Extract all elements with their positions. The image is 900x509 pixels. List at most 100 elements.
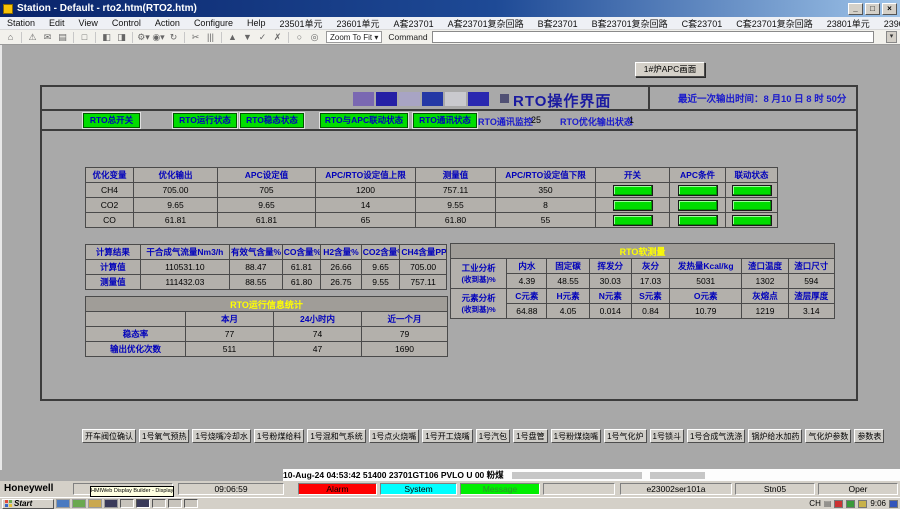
print-icon[interactable]: ▤ bbox=[56, 32, 69, 43]
minimize-button[interactable]: _ bbox=[848, 3, 863, 15]
quicklaunch-display-icon[interactable] bbox=[56, 499, 70, 508]
display-icon[interactable]: □ bbox=[78, 32, 91, 42]
switch-indicator[interactable] bbox=[613, 215, 653, 226]
command-dropdown-icon[interactable]: ▾ bbox=[886, 31, 897, 43]
nav-syngas-scrub-button[interactable]: 1号合成气洗涤 bbox=[687, 429, 745, 443]
start-button[interactable]: Start bbox=[2, 499, 54, 509]
menu-c-23701-complex[interactable]: C套23701复杂回路 bbox=[729, 17, 820, 30]
quicklaunch-media-icon[interactable] bbox=[72, 499, 86, 508]
menu-control[interactable]: Control bbox=[105, 18, 148, 28]
maximize-button[interactable]: □ bbox=[865, 3, 880, 15]
menu-unit-23801[interactable]: 23801单元 bbox=[820, 17, 877, 30]
nav-steam-drum-button[interactable]: 1号汽包 bbox=[476, 429, 510, 443]
trend-dropdown-icon[interactable]: ◉▾ bbox=[152, 32, 165, 43]
rto-apc-link-status-button[interactable]: RTO与APC联动状态 bbox=[320, 113, 408, 128]
switch-indicator[interactable] bbox=[613, 200, 653, 211]
refresh-icon[interactable]: ↻ bbox=[167, 32, 180, 43]
menu-unit-23501[interactable]: 23501单元 bbox=[272, 17, 329, 30]
rto-steady-status-button[interactable]: RTO稳态状态 bbox=[240, 113, 304, 128]
nav-coil-button[interactable]: 1号盘管 bbox=[513, 429, 547, 443]
nav-bfw-dosing-button[interactable]: 锅炉给水加药 bbox=[748, 429, 802, 443]
message-summary-icon[interactable]: ✉ bbox=[41, 32, 54, 43]
col-header: 渣层厚度 bbox=[788, 289, 834, 304]
col-header: C元素 bbox=[507, 289, 547, 304]
cut-icon[interactable]: ✂ bbox=[189, 32, 202, 43]
menu-b-23701[interactable]: B套23701 bbox=[531, 17, 585, 30]
lower-icon[interactable]: ▼ bbox=[241, 32, 254, 42]
columns-icon[interactable]: ||| bbox=[204, 32, 217, 42]
var-name: CO2 bbox=[86, 198, 134, 213]
gear-dropdown-icon[interactable]: ⚙▾ bbox=[137, 32, 150, 43]
zoom-select[interactable]: Zoom To Fit ▾ bbox=[326, 31, 382, 43]
message-zone-button[interactable]: Message bbox=[460, 483, 540, 495]
table-title: RTO软测量 bbox=[451, 244, 835, 259]
last-output-value: 8 月10 日 8 时 50分 bbox=[764, 91, 847, 105]
associated-display-icon[interactable]: ◨ bbox=[115, 32, 128, 43]
cell: 10.79 bbox=[670, 304, 742, 319]
rto-run-status-button[interactable]: RTO运行状态 bbox=[173, 113, 237, 128]
tray-alert-icon[interactable] bbox=[834, 500, 843, 508]
rto-comm-status-button[interactable]: RTO通讯状态 bbox=[413, 113, 477, 128]
col-header: 挥发分 bbox=[589, 259, 631, 274]
taskbar-display-builder-button[interactable] bbox=[136, 499, 150, 508]
nav-oxygen-preheat-button[interactable]: 1号氧气预热 bbox=[139, 429, 189, 443]
cell: 757.11 bbox=[400, 275, 447, 290]
menu-b-23701-complex[interactable]: B套23701复杂回路 bbox=[585, 17, 675, 30]
server-name: e23002ser101a bbox=[620, 483, 732, 495]
menu-view[interactable]: View bbox=[72, 18, 105, 28]
quicklaunch-folder-icon[interactable] bbox=[88, 499, 102, 508]
close-button[interactable]: × bbox=[882, 3, 897, 15]
menu-action[interactable]: Action bbox=[148, 18, 187, 28]
printer-icon[interactable]: ▤ bbox=[824, 499, 832, 508]
nav-param-table-button[interactable]: 参数表 bbox=[854, 429, 884, 443]
nav-mixed-gas-button[interactable]: 1号混和气系统 bbox=[307, 429, 365, 443]
menu-unit-23901[interactable]: 23901单元 bbox=[877, 17, 900, 30]
taskbar-app-button[interactable] bbox=[168, 499, 182, 508]
home-icon[interactable]: ⌂ bbox=[4, 32, 17, 42]
menu-unit-23601[interactable]: 23601单元 bbox=[330, 17, 387, 30]
quicklaunch-app-icon[interactable] bbox=[104, 499, 118, 508]
alarm-banner[interactable]: 10-Aug-24 04:53:42 51400 23701GT106 PVLO… bbox=[283, 469, 900, 481]
clock-icon[interactable]: ○ bbox=[293, 32, 306, 42]
menu-a-23701[interactable]: A套23701 bbox=[387, 17, 441, 30]
input-language-indicator[interactable]: CH bbox=[809, 499, 821, 508]
taskbar-app-button[interactable] bbox=[184, 499, 198, 508]
nav-coal-feed-button[interactable]: 1号粉煤给料 bbox=[254, 429, 304, 443]
nav-lock-hopper-button[interactable]: 1号锁斗 bbox=[650, 429, 684, 443]
find-icon[interactable]: ◎ bbox=[308, 32, 321, 43]
menu-help[interactable]: Help bbox=[240, 18, 273, 28]
col-header: CH4含量PPM bbox=[400, 245, 447, 260]
cell: 48.55 bbox=[547, 274, 589, 289]
nav-ignition-burner-button[interactable]: 1号点火烧嘴 bbox=[369, 429, 419, 443]
menu-a-23701-complex[interactable]: A套23701复杂回路 bbox=[441, 17, 531, 30]
menu-configure[interactable]: Configure bbox=[187, 18, 240, 28]
switch-indicator[interactable] bbox=[613, 185, 653, 196]
menu-c-23701[interactable]: C套23701 bbox=[675, 17, 730, 30]
command-input[interactable] bbox=[432, 31, 874, 43]
taskbar-app-button[interactable] bbox=[120, 499, 134, 508]
system-zone-button[interactable]: System bbox=[380, 483, 457, 495]
taskbar-app-button[interactable] bbox=[152, 499, 166, 508]
alarm-zone-button[interactable]: Alarm bbox=[298, 483, 377, 495]
accept-icon[interactable]: ✓ bbox=[256, 32, 269, 43]
nav-burner-cooling-button[interactable]: 1号烧嘴冷却水 bbox=[192, 429, 250, 443]
alarm-summary-icon[interactable]: ⚠ bbox=[26, 32, 39, 43]
nav-coal-burner-button[interactable]: 1号粉煤烧嘴 bbox=[551, 429, 601, 443]
menu-edit[interactable]: Edit bbox=[42, 18, 72, 28]
rto-master-switch-button[interactable]: RTO总开关 bbox=[83, 113, 140, 128]
nav-gasifier-button[interactable]: 1号气化炉 bbox=[604, 429, 646, 443]
tray-status-icon[interactable] bbox=[858, 500, 867, 508]
detail-display-icon[interactable]: ◧ bbox=[100, 32, 113, 43]
nav-valve-confirm-button[interactable]: 开车阀位确认 bbox=[82, 429, 136, 443]
cell: 1302 bbox=[742, 274, 788, 289]
calc-results-table: 计算结果 干合成气流量Nm3/h 有效气含量% CO含量% H2含量% CO2含… bbox=[85, 244, 447, 290]
raise-icon[interactable]: ▲ bbox=[226, 32, 239, 42]
menu-station[interactable]: Station bbox=[0, 18, 42, 28]
cancel-icon[interactable]: ✗ bbox=[271, 32, 284, 43]
furnace1-apc-screen-button[interactable]: 1#炉APC画面 bbox=[635, 62, 705, 77]
nav-gasifier-params-button[interactable]: 气化炉参数 bbox=[805, 429, 851, 443]
nav-startup-burner-button[interactable]: 1号开工烧嘴 bbox=[422, 429, 472, 443]
tray-display-icon[interactable] bbox=[889, 500, 898, 508]
col-header: 计算结果 bbox=[86, 245, 141, 260]
tray-network-icon[interactable] bbox=[846, 500, 855, 508]
